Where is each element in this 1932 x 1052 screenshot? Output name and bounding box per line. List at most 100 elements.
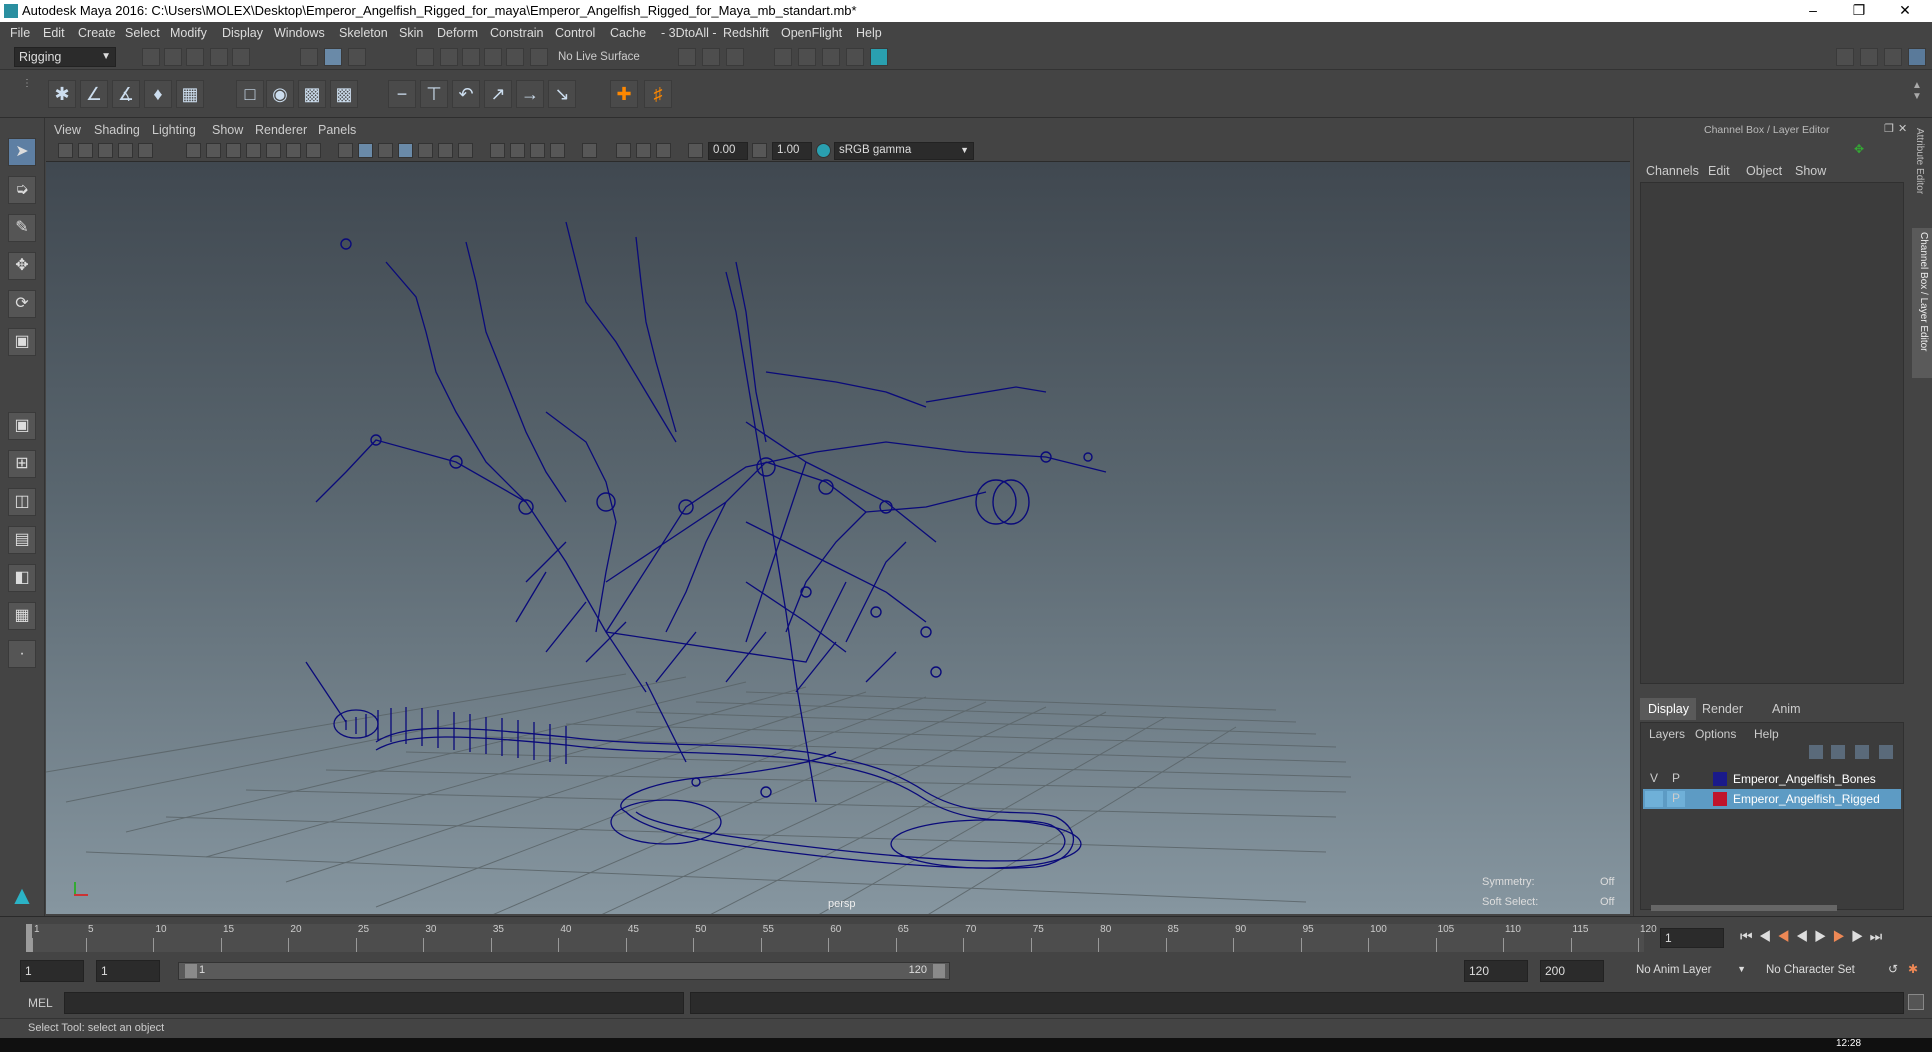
- current-time-marker[interactable]: [26, 924, 32, 952]
- layer-move-up-icon[interactable]: [1809, 745, 1823, 759]
- open-scene-icon[interactable]: [164, 48, 182, 66]
- anim-layer-dropdown[interactable]: No Anim Layer ▼: [1630, 960, 1750, 982]
- isolate-select-icon[interactable]: [550, 143, 565, 158]
- move-tool-icon[interactable]: ✥: [8, 252, 36, 280]
- tab-anim[interactable]: Anim: [1772, 702, 1800, 716]
- vp-menu-shading[interactable]: Shading: [94, 123, 140, 137]
- channel-box-toggle-icon[interactable]: [1908, 48, 1926, 66]
- vp-menu-show[interactable]: Show: [212, 123, 243, 137]
- viewport-persp[interactable]: [46, 162, 1630, 914]
- colorspace-dropdown[interactable]: sRGB gamma ▼: [834, 142, 974, 160]
- layer-playback-toggle[interactable]: P: [1667, 771, 1685, 787]
- grid-toggle-icon[interactable]: [186, 143, 201, 158]
- orient-constraint-icon[interactable]: ↶: [452, 80, 480, 108]
- select-component-icon[interactable]: [348, 48, 366, 66]
- range-end-handle[interactable]: [933, 964, 945, 978]
- shadows-icon[interactable]: [438, 143, 453, 158]
- render-view-icon[interactable]: [726, 48, 744, 66]
- locator-icon[interactable]: ✚: [610, 80, 638, 108]
- exposure-field[interactable]: 0.00: [708, 142, 748, 160]
- exposure-icon[interactable]: [688, 143, 703, 158]
- start-time-field[interactable]: 1: [20, 960, 84, 982]
- redshift-render-icon[interactable]: [870, 48, 888, 66]
- end-time-field[interactable]: 200: [1540, 960, 1604, 982]
- safe-title-icon[interactable]: [306, 143, 321, 158]
- range-start-handle[interactable]: [185, 964, 197, 978]
- layout-options-icon[interactable]: ·: [8, 640, 36, 668]
- layer-row[interactable]: V P Emperor_Angelfish_Bones: [1643, 769, 1901, 789]
- modeling-toolkit-icon[interactable]: [1836, 48, 1854, 66]
- layer-name[interactable]: Emperor_Angelfish_Rigged: [1733, 792, 1880, 806]
- step-forward-key-icon[interactable]: ▶: [1833, 928, 1852, 944]
- gamma-icon[interactable]: [752, 143, 767, 158]
- close-panel-icon[interactable]: ✕: [1898, 122, 1907, 135]
- ipr-render-icon[interactable]: [798, 48, 816, 66]
- play-forwards-icon[interactable]: ▶: [1814, 928, 1833, 944]
- smooth-bind-icon[interactable]: ♦: [144, 80, 172, 108]
- hypershade-icon[interactable]: [846, 48, 864, 66]
- layer-color-swatch[interactable]: [1713, 792, 1727, 806]
- float-panel-icon[interactable]: ❐: [1884, 122, 1894, 135]
- film-gate-icon[interactable]: [206, 143, 221, 158]
- layer-menu-options[interactable]: Options: [1695, 727, 1736, 741]
- time-slider-bar[interactable]: 1 5 10 15 20 25 30 35 40 45 50 55 60 65 70 75 80 85 90 95 10…: [26, 924, 1657, 952]
- textured-icon[interactable]: [398, 143, 413, 158]
- menu-display[interactable]: Display: [222, 26, 263, 40]
- menu-create[interactable]: Create: [78, 26, 116, 40]
- vp-menu-view[interactable]: View: [54, 123, 81, 137]
- select-object-icon[interactable]: [324, 48, 342, 66]
- redo-icon[interactable]: [232, 48, 250, 66]
- joint-tool-icon[interactable]: ✱: [48, 80, 76, 108]
- tab-render[interactable]: Render: [1702, 702, 1743, 716]
- paint-select-tool-icon[interactable]: ✎: [8, 214, 36, 242]
- range-slider-bar[interactable]: 1 120: [178, 962, 950, 980]
- menu-modify[interactable]: Modify: [170, 26, 207, 40]
- aim-constraint-icon[interactable]: →: [516, 80, 544, 108]
- persp-relationship-layout-icon[interactable]: ▦: [8, 602, 36, 630]
- scale-tool-icon[interactable]: ▣: [8, 328, 36, 356]
- 2d-pan-zoom-icon[interactable]: [118, 143, 133, 158]
- play-backwards-icon[interactable]: ◀: [1796, 928, 1815, 944]
- ik-spline-icon[interactable]: ∡: [112, 80, 140, 108]
- lights-icon[interactable]: [418, 143, 433, 158]
- layer-visibility-toggle[interactable]: [1645, 791, 1663, 807]
- parent-constraint-icon[interactable]: −: [388, 80, 416, 108]
- go-to-end-icon[interactable]: ⏭: [1870, 928, 1889, 944]
- cb-menu-edit[interactable]: Edit: [1708, 164, 1730, 178]
- menu-openflight[interactable]: OpenFlight: [781, 26, 842, 40]
- menu-deform[interactable]: Deform: [437, 26, 478, 40]
- camera-attributes-icon[interactable]: [58, 143, 73, 158]
- set-driven-key-icon[interactable]: ♯: [644, 80, 672, 108]
- ik-handle-icon[interactable]: ∠: [80, 80, 108, 108]
- pole-vector-icon[interactable]: ↘: [548, 80, 576, 108]
- current-frame-field[interactable]: 1: [1660, 928, 1724, 948]
- close-icon[interactable]: ✕: [1882, 0, 1928, 22]
- layer-playback-toggle[interactable]: P: [1667, 791, 1685, 807]
- field-chart-icon[interactable]: [266, 143, 281, 158]
- wrap-icon[interactable]: ▩: [298, 80, 326, 108]
- persp-graph-layout-icon[interactable]: ▤: [8, 526, 36, 554]
- live-surface-icon[interactable]: [530, 48, 548, 66]
- save-scene-icon[interactable]: [186, 48, 204, 66]
- menu-edit[interactable]: Edit: [43, 26, 65, 40]
- lattice-icon[interactable]: ◉: [266, 80, 294, 108]
- live-surface-label[interactable]: No Live Surface: [558, 51, 640, 63]
- animation-prefs-icon[interactable]: ✱: [1908, 962, 1924, 978]
- ambient-occlusion-icon[interactable]: [458, 143, 473, 158]
- construction-history-icon[interactable]: [702, 48, 720, 66]
- menu-skeleton[interactable]: Skeleton: [339, 26, 388, 40]
- cb-menu-show[interactable]: Show: [1795, 164, 1826, 178]
- rotate-tool-icon[interactable]: ⟳: [8, 290, 36, 318]
- cb-menu-object[interactable]: Object: [1746, 164, 1782, 178]
- snap-curve-icon[interactable]: [440, 48, 458, 66]
- layer-move-down-icon[interactable]: [1831, 745, 1845, 759]
- menu-select[interactable]: Select: [125, 26, 160, 40]
- color-management-icon[interactable]: [816, 143, 831, 158]
- layer-color-swatch[interactable]: [1713, 772, 1727, 786]
- new-layer-icon[interactable]: [1855, 745, 1869, 759]
- point-constraint-icon[interactable]: ⊤: [420, 80, 448, 108]
- gate-mask-icon[interactable]: [246, 143, 261, 158]
- menu-help[interactable]: Help: [856, 26, 882, 40]
- anim-end-field[interactable]: 120: [1464, 960, 1528, 982]
- menu-constrain[interactable]: Constrain: [490, 26, 544, 40]
